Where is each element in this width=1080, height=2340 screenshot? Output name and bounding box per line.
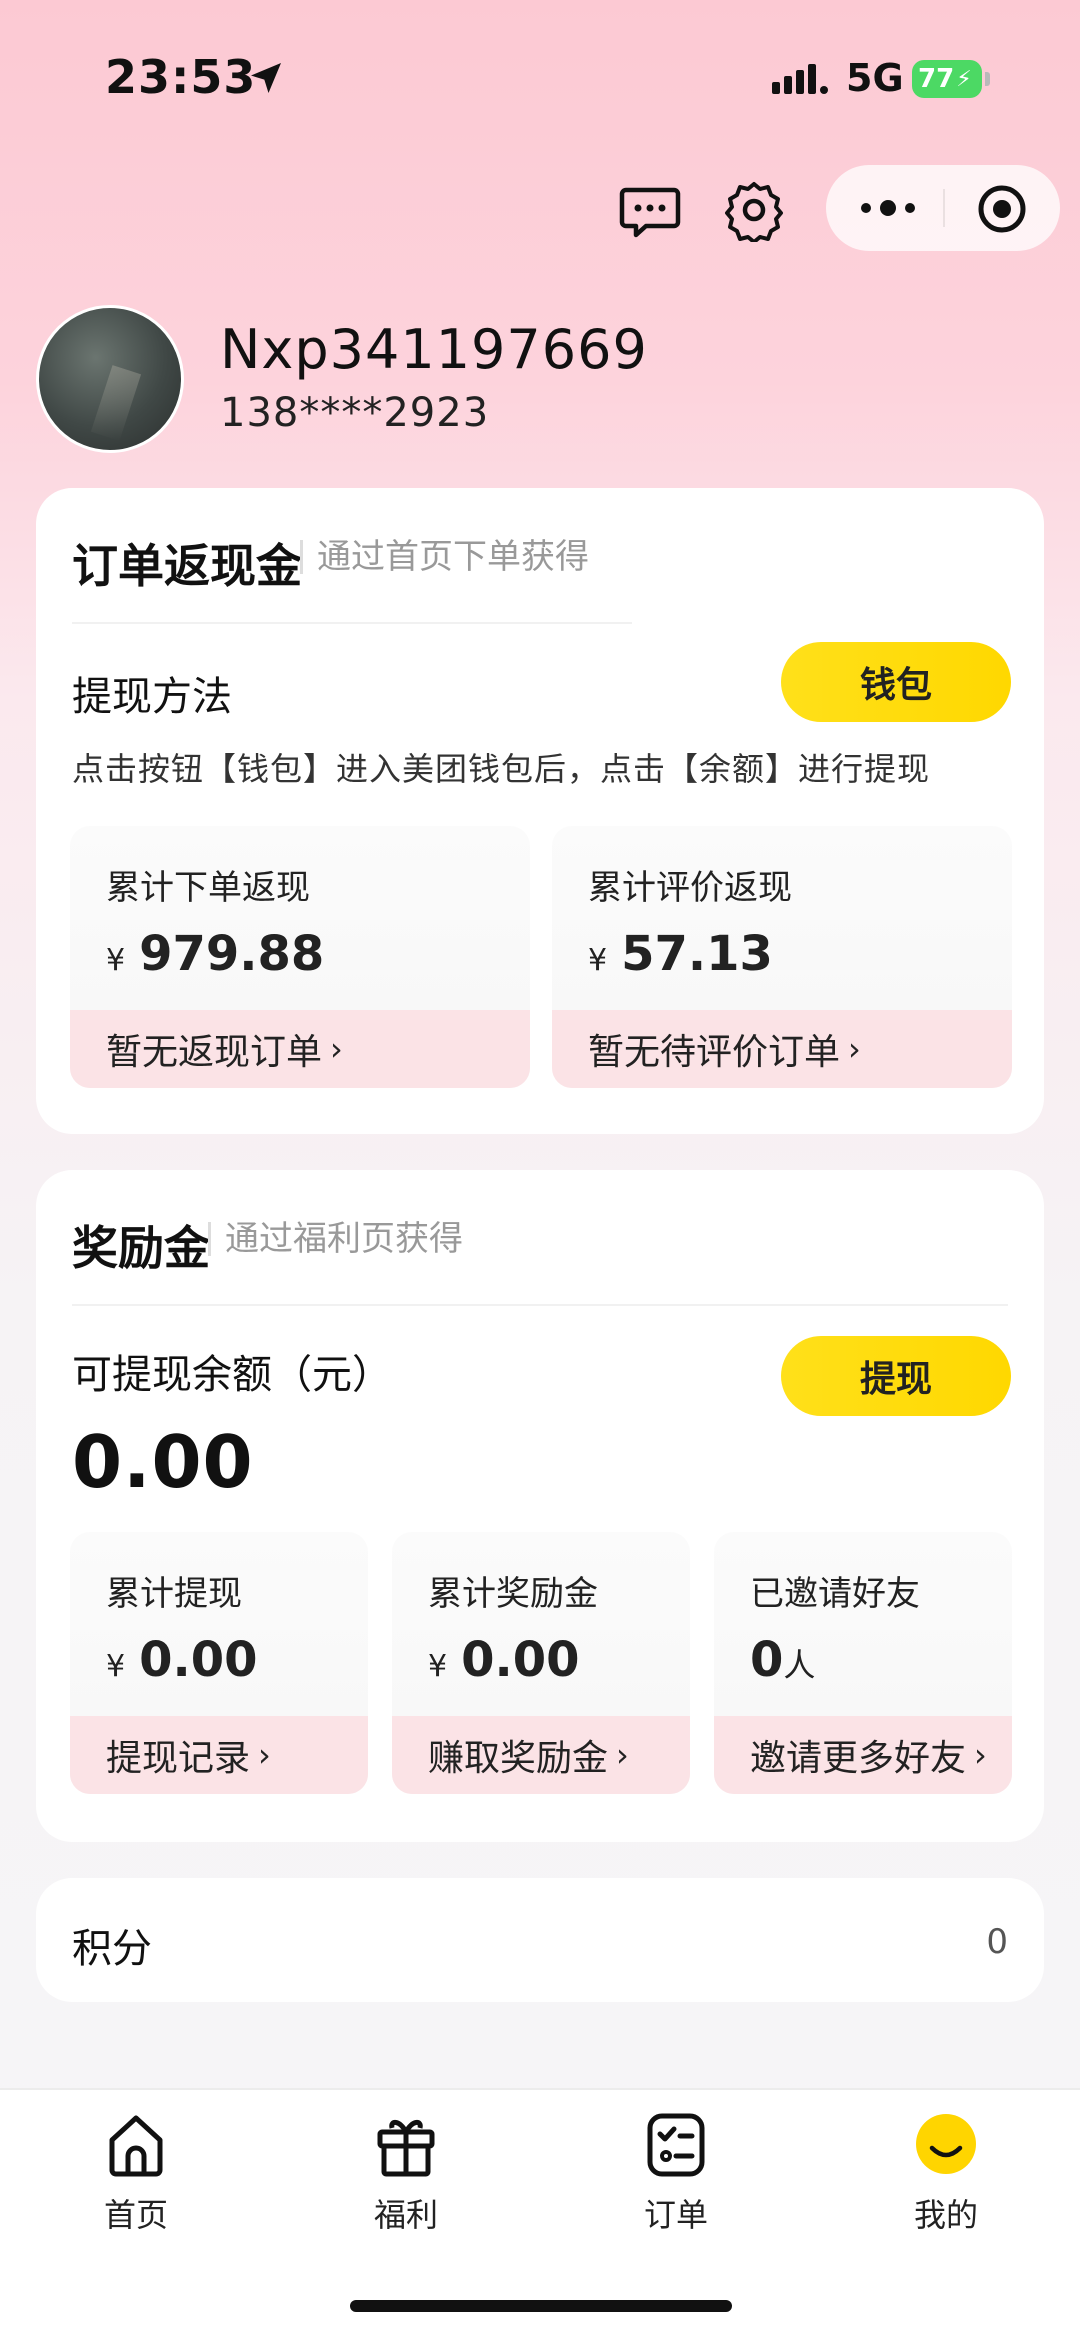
stat-value: ¥0.00 xyxy=(428,1632,580,1688)
reward-title: 奖励金 xyxy=(72,1221,210,1275)
withdraw-description: 点击按钮【钱包】进入美团钱包后，点击【余额】进行提现 xyxy=(72,750,931,788)
battery-icon: 77 ⚡ xyxy=(912,60,982,98)
chevron-right-icon: › xyxy=(974,1736,987,1774)
withdrawable-balance-label: 可提现余额（元） xyxy=(72,1352,392,1398)
home-indicator xyxy=(350,2300,732,2312)
chevron-right-icon: › xyxy=(616,1736,629,1774)
location-arrow-icon xyxy=(251,63,281,93)
nav-item-orders[interactable]: 订单 xyxy=(576,2110,776,2260)
order-cashback-subtitle: 通过首页下单获得 xyxy=(300,540,589,574)
stat-value: ¥57.13 xyxy=(588,926,773,982)
nav-item-home[interactable]: 首页 xyxy=(36,2110,236,2260)
username: Nxp341197669 xyxy=(220,318,648,381)
order-cashback-card: 订单返现金 通过首页下单获得 提现方法 钱包 点击按钮【钱包】进入美团钱包后，点… xyxy=(36,488,1044,1134)
stat-amount: 0.00 xyxy=(139,1632,258,1688)
stat-link-label: 邀请更多好友 xyxy=(750,1738,967,1779)
divider xyxy=(72,1304,1008,1306)
stat-label: 累计奖励金 xyxy=(428,1574,598,1614)
currency-symbol: ¥ xyxy=(428,1649,448,1684)
total-withdrawn-stat: 累计提现 ¥0.00 提现记录 › xyxy=(70,1532,368,1794)
stat-label: 累计下单返现 xyxy=(106,868,310,908)
battery-tip xyxy=(985,72,990,86)
settings-gear-icon[interactable] xyxy=(722,178,786,242)
stat-unit: 人 xyxy=(783,1646,816,1684)
review-cashback-stat: 累计评价返现 ¥57.13 暂无待评价订单 › xyxy=(552,826,1012,1088)
phone-number: 138****2923 xyxy=(220,390,490,436)
mini-program-capsule xyxy=(826,165,1060,251)
stat-link-label: 暂无返现订单 xyxy=(106,1032,323,1073)
no-cashback-orders-link[interactable]: 暂无返现订单 › xyxy=(70,1010,530,1088)
withdraw-method-label: 提现方法 xyxy=(72,674,232,720)
withdraw-button[interactable]: 提现 xyxy=(781,1336,1011,1416)
nav-label: 福利 xyxy=(373,2196,438,2234)
stat-link-label: 暂无待评价订单 xyxy=(588,1032,841,1073)
stat-amount: 0.00 xyxy=(461,1632,580,1688)
points-row[interactable]: 积分 0 xyxy=(36,1878,1044,2002)
points-label: 积分 xyxy=(72,1926,152,1972)
status-bar: 23:53 5G 77 ⚡ xyxy=(0,0,1080,160)
points-value: 0 xyxy=(986,1922,1008,1962)
withdrawable-balance: 0.00 xyxy=(72,1420,254,1504)
order-list-icon xyxy=(647,2113,705,2177)
chevron-right-icon: › xyxy=(848,1030,861,1068)
stat-label: 累计提现 xyxy=(106,1574,242,1614)
nav-label: 首页 xyxy=(103,2196,168,2234)
invite-more-friends-link[interactable]: 邀请更多好友 › xyxy=(714,1716,1012,1794)
no-pending-review-orders-link[interactable]: 暂无待评价订单 › xyxy=(552,1010,1012,1088)
stat-link-label: 赚取奖励金 xyxy=(428,1738,609,1779)
signal-icon xyxy=(772,64,828,94)
stat-amount: 0 xyxy=(750,1632,784,1688)
message-icon[interactable] xyxy=(618,178,682,242)
wallet-button[interactable]: 钱包 xyxy=(781,642,1011,722)
order-cashback-stat: 累计下单返现 ¥979.88 暂无返现订单 › xyxy=(70,826,530,1088)
avatar[interactable] xyxy=(36,305,184,453)
smiley-icon xyxy=(916,2114,976,2174)
close-target-icon[interactable] xyxy=(976,183,1028,235)
gift-icon xyxy=(377,2120,435,2177)
stat-value: ¥979.88 xyxy=(106,926,324,982)
order-cashback-title: 订单返现金 xyxy=(72,539,302,593)
earn-reward-link[interactable]: 赚取奖励金 › xyxy=(392,1716,690,1794)
chevron-right-icon: › xyxy=(258,1736,271,1774)
currency-symbol: ¥ xyxy=(106,1649,126,1684)
currency-symbol: ¥ xyxy=(106,943,126,978)
stat-link-label: 提现记录 xyxy=(106,1738,251,1779)
reward-subtitle: 通过福利页获得 xyxy=(208,1222,463,1256)
nav-item-welfare[interactable]: 福利 xyxy=(306,2110,506,2260)
stat-amount: 57.13 xyxy=(621,926,773,982)
invited-friends-stat: 已邀请好友 0人 邀请更多好友 › xyxy=(714,1532,1012,1794)
capsule-divider xyxy=(943,189,945,227)
more-dots-icon[interactable] xyxy=(856,190,920,226)
total-reward-stat: 累计奖励金 ¥0.00 赚取奖励金 › xyxy=(392,1532,690,1794)
nav-label: 我的 xyxy=(913,2196,978,2234)
currency-symbol: ¥ xyxy=(588,943,608,978)
status-time: 23:53 xyxy=(105,50,257,104)
battery-level: 77 xyxy=(918,64,955,94)
stat-value: 0人 xyxy=(750,1632,815,1688)
home-icon xyxy=(109,2115,163,2177)
stat-amount: 979.88 xyxy=(139,926,325,982)
network-type: 5G xyxy=(846,56,904,100)
divider xyxy=(72,622,632,624)
chevron-right-icon: › xyxy=(330,1030,343,1068)
nav-item-mine[interactable]: 我的 xyxy=(846,2110,1046,2260)
stat-value: ¥0.00 xyxy=(106,1632,258,1688)
withdraw-records-link[interactable]: 提现记录 › xyxy=(70,1716,368,1794)
reward-card: 奖励金 通过福利页获得 可提现余额（元） 提现 0.00 累计提现 ¥0.00 … xyxy=(36,1170,1044,1842)
stat-label: 累计评价返现 xyxy=(588,868,792,908)
stat-label: 已邀请好友 xyxy=(750,1574,920,1614)
nav-label: 订单 xyxy=(643,2196,708,2234)
